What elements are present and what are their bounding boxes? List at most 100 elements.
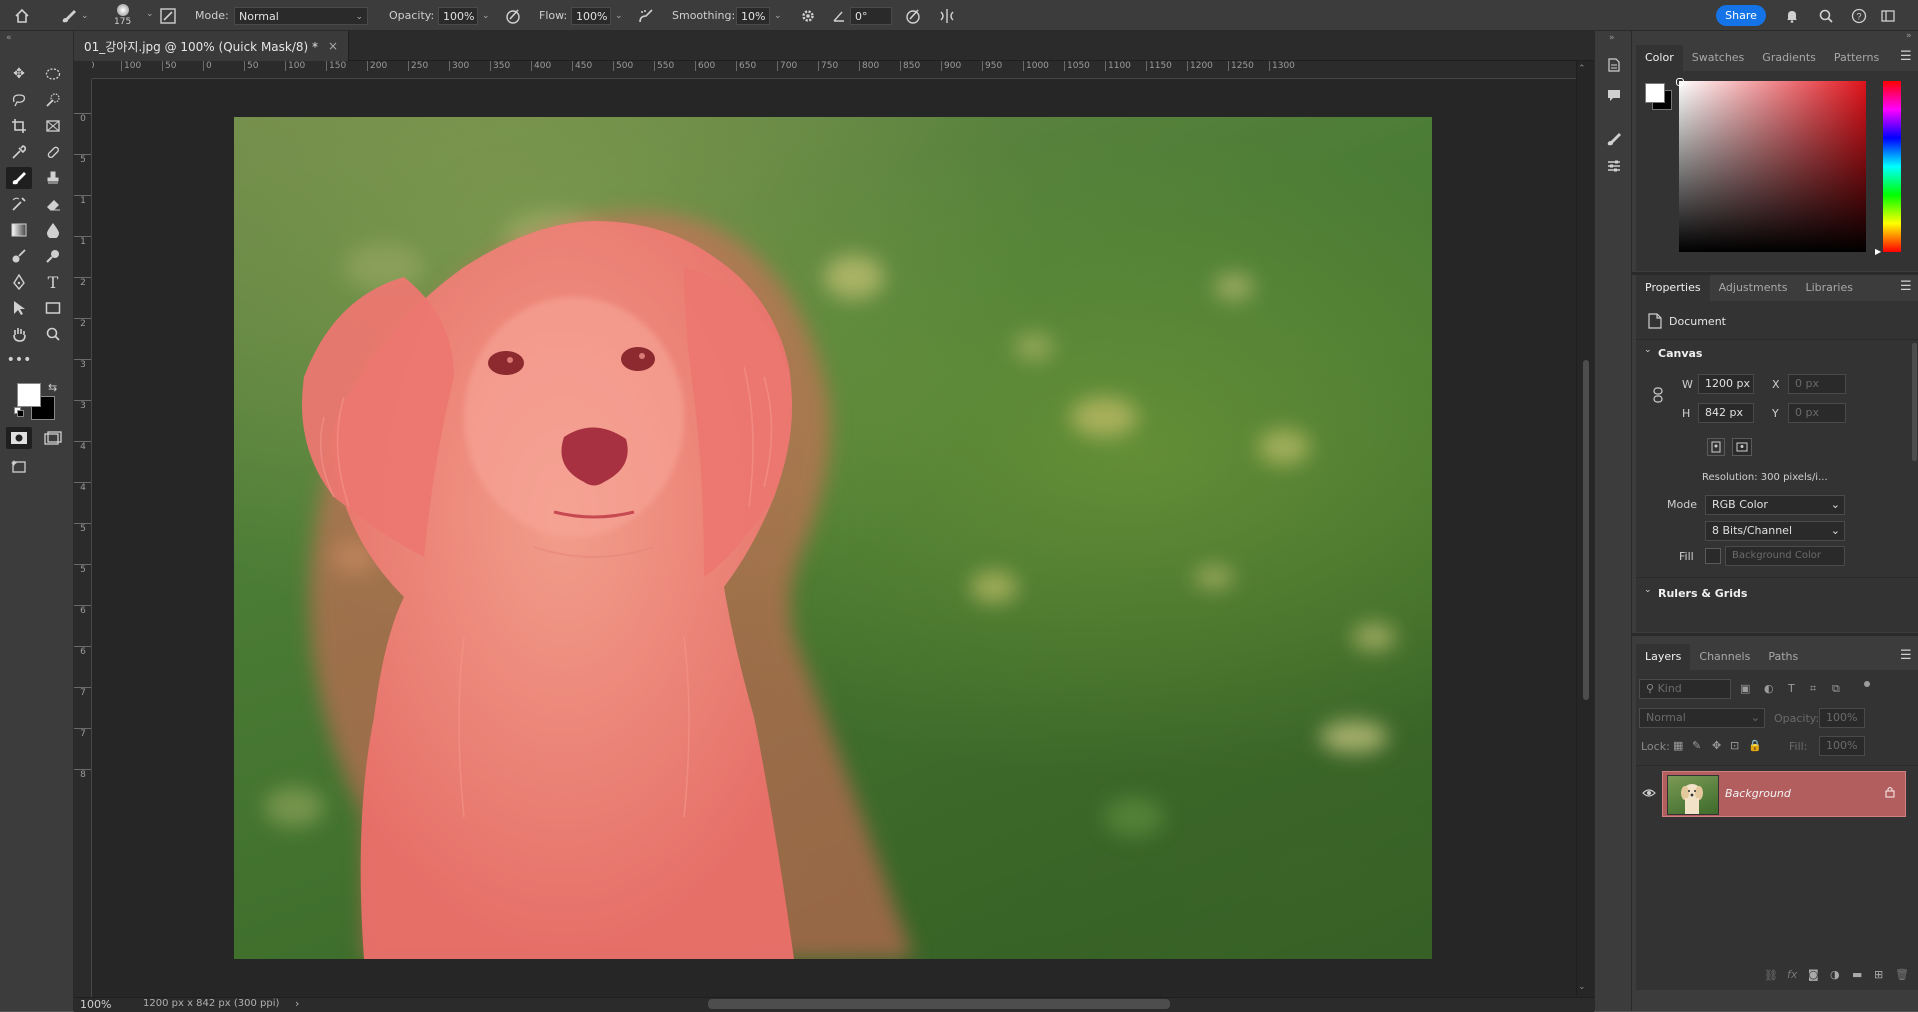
horizontal-scrollbar-thumb[interactable] <box>708 999 1170 1009</box>
portrait-orientation-icon[interactable] <box>1707 438 1725 456</box>
blur-tool-icon[interactable] <box>40 219 66 241</box>
brushes-panel-icon[interactable] <box>1606 131 1622 150</box>
hue-slider[interactable] <box>1883 81 1901 252</box>
layer-fill-input[interactable]: 100% <box>1819 736 1865 756</box>
quick-selection-tool-icon[interactable] <box>40 89 66 111</box>
fill-select[interactable]: Background Color <box>1725 546 1845 566</box>
gradient-tool-icon[interactable] <box>6 219 32 241</box>
pressure-size-icon[interactable] <box>904 0 922 31</box>
color-panel-foreground-swatch[interactable] <box>1645 83 1665 103</box>
collapse-tools-icon[interactable]: « <box>6 33 12 43</box>
color-panel-tab-gradients[interactable]: Gradients <box>1753 45 1825 71</box>
canvas-height-input[interactable]: 842 px <box>1698 403 1754 423</box>
flow-input[interactable]: 100% <box>571 6 611 25</box>
vertical-scrollbar-thumb[interactable] <box>1583 360 1589 700</box>
quick-mask-mode-icon[interactable] <box>6 427 32 449</box>
properties-panel-tab-adjustments[interactable]: Adjustments <box>1710 275 1797 301</box>
sponge-tool-icon[interactable] <box>40 245 66 267</box>
crop-tool-icon[interactable] <box>6 115 32 137</box>
color-mode-select[interactable]: RGB Color ⌄ <box>1705 495 1845 515</box>
color-field[interactable] <box>1679 81 1866 252</box>
pressure-opacity-icon[interactable] <box>504 0 522 31</box>
brush-tool-preset-icon[interactable]: ⌄ <box>60 0 89 31</box>
frame-tool-icon[interactable] <box>40 115 66 137</box>
scroll-up-icon[interactable]: ⌃ <box>1578 64 1586 74</box>
document-info[interactable]: 1200 px x 842 px (300 ppi) <box>143 998 279 1009</box>
document-tab[interactable]: 01_강아지.jpg @ 100% (Quick Mask/8) * × <box>74 31 350 61</box>
color-panel-tab-color[interactable]: Color <box>1636 45 1683 71</box>
new-group-icon[interactable]: ▬ <box>1852 968 1862 981</box>
filter-toggle-icon[interactable] <box>1864 681 1870 687</box>
lock-position-icon[interactable]: ✥ <box>1712 739 1721 752</box>
add-mask-icon[interactable]: ◙ <box>1808 968 1819 981</box>
layer-visibility-eye-icon[interactable] <box>1642 788 1656 801</box>
mode-select[interactable]: Normal ⌄ <box>234 6 368 25</box>
type-tool-icon[interactable]: T <box>40 271 66 293</box>
adjustment-layer-icon[interactable]: ◑ <box>1830 968 1840 981</box>
rulers-grids-section-title[interactable]: Rulers & Grids <box>1658 587 1747 600</box>
adjustments-panel-icon[interactable] <box>1606 158 1622 177</box>
lock-transparent-icon[interactable]: ▦ <box>1673 739 1683 752</box>
lock-all-icon[interactable]: 🔒 <box>1748 739 1762 752</box>
hand-tool-icon[interactable] <box>6 323 32 345</box>
layers-panel-tab-paths[interactable]: Paths <box>1759 644 1807 670</box>
lasso-tool-icon[interactable] <box>6 89 32 111</box>
home-icon[interactable] <box>14 0 34 31</box>
share-button[interactable]: Share <box>1716 5 1766 26</box>
canvas-section-title[interactable]: Canvas <box>1658 347 1702 360</box>
properties-panel-tab-properties[interactable]: Properties <box>1636 275 1710 301</box>
brush-tool-icon[interactable] <box>6 167 32 189</box>
delete-layer-icon[interactable]: 🗑 <box>1895 968 1909 981</box>
color-panel-tab-patterns[interactable]: Patterns <box>1825 45 1888 71</box>
horizontal-ruler[interactable]: 5010050050100150200250300350400450500550… <box>92 61 1594 79</box>
ruler-origin[interactable] <box>74 61 92 79</box>
properties-panel-menu-icon[interactable]: ☰ <box>1900 279 1912 294</box>
filter-shape-icon[interactable]: ⌗ <box>1810 682 1816 696</box>
opacity-input[interactable]: 100% <box>438 6 478 25</box>
generative-tool-icon[interactable] <box>6 455 32 477</box>
layer-name[interactable]: Background <box>1725 787 1791 800</box>
brush-settings-icon[interactable] <box>160 0 176 31</box>
layer-opacity-input[interactable]: 100% <box>1819 708 1865 728</box>
canvas-width-input[interactable]: 1200 px <box>1698 374 1754 394</box>
path-selection-tool-icon[interactable] <box>6 297 32 319</box>
history-brush-tool-icon[interactable] <box>6 193 32 215</box>
new-layer-icon[interactable]: ⊞ <box>1874 968 1883 981</box>
default-colors-icon[interactable] <box>14 407 24 420</box>
rulers-section-chevron-icon[interactable]: ⌄ <box>1644 585 1652 595</box>
layers-panel-tab-layers[interactable]: Layers <box>1636 644 1691 670</box>
document-canvas[interactable] <box>234 117 1432 959</box>
properties-panel-tab-libraries[interactable]: Libraries <box>1796 275 1862 301</box>
layer-kind-filter[interactable]: ⚲ Kind <box>1639 679 1731 699</box>
layers-panel-menu-icon[interactable]: ☰ <box>1900 648 1912 663</box>
comments-panel-icon[interactable] <box>1606 87 1622 106</box>
screen-mode-icon[interactable] <box>40 427 66 449</box>
scroll-down-icon[interactable]: ⌄ <box>1578 982 1586 992</box>
filter-type-icon[interactable]: T <box>1788 682 1795 695</box>
foreground-color-swatch-top[interactable] <box>17 383 41 407</box>
history-panel-icon[interactable] <box>1606 57 1622 76</box>
expand-panels-icon[interactable]: » <box>1609 33 1615 43</box>
smoothing-input[interactable]: 10% <box>736 6 770 25</box>
filter-smart-object-icon[interactable]: ⧉ <box>1832 682 1840 696</box>
move-tool-icon[interactable]: ✥ <box>6 63 32 85</box>
canvas-section-chevron-icon[interactable]: ⌄ <box>1644 345 1652 355</box>
canvas-y-input[interactable]: 0 px <box>1788 403 1846 423</box>
flow-caret[interactable]: ⌄ <box>615 11 623 21</box>
zoom-tool-icon[interactable] <box>40 323 66 345</box>
status-bar-menu-icon[interactable]: › <box>295 997 299 1010</box>
layer-row-background[interactable]: Background <box>1662 771 1906 817</box>
layer-style-fx-icon[interactable]: fx <box>1787 968 1797 981</box>
link-dimensions-icon[interactable] <box>1653 387 1663 406</box>
bell-icon[interactable] <box>1784 0 1800 31</box>
rectangle-tool-icon[interactable] <box>40 297 66 319</box>
symmetry-icon[interactable] <box>938 0 956 31</box>
lock-artboard-icon[interactable]: ⊡ <box>1730 739 1739 752</box>
layers-panel-tab-channels[interactable]: Channels <box>1690 644 1759 670</box>
blend-mode-select[interactable]: Normal ⌄ <box>1639 708 1765 728</box>
eyedropper-tool-icon[interactable] <box>6 141 32 163</box>
marquee-tool-icon[interactable] <box>40 63 66 85</box>
properties-scrollbar-thumb[interactable] <box>1912 343 1917 461</box>
airbrush-icon[interactable] <box>637 0 655 31</box>
help-icon[interactable]: ? <box>1851 0 1867 31</box>
